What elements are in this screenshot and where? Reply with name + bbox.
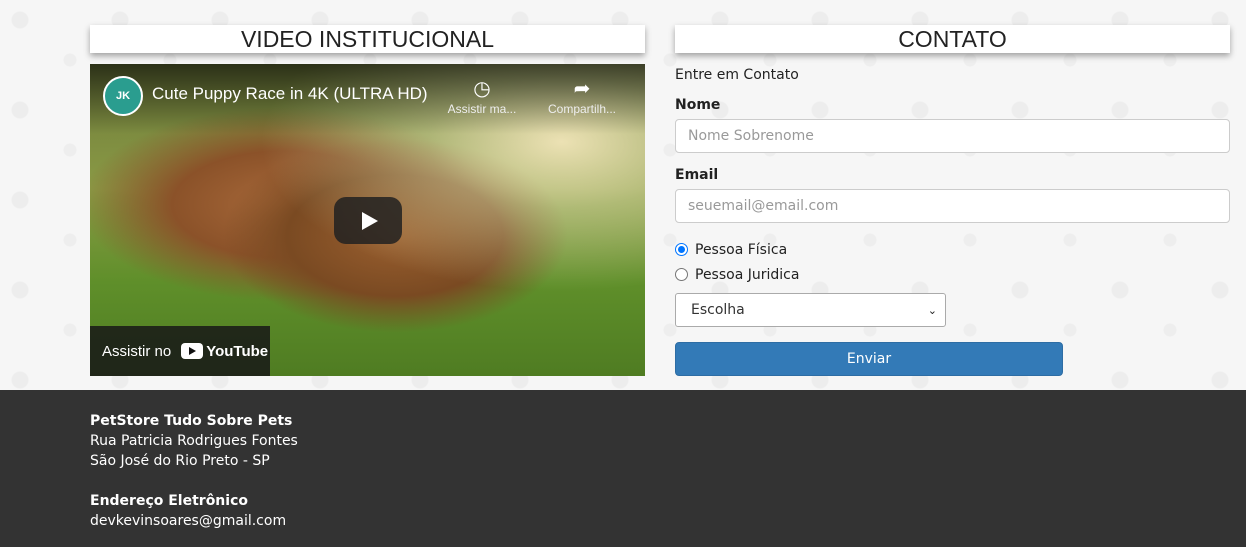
footer-address-line1: Rua Patricia Rodrigues Fontes [90, 433, 298, 449]
site-footer: PetStore Tudo Sobre Pets Rua Patricia Ro… [0, 390, 1246, 547]
video-section-title: VIDEO INSTITUCIONAL [90, 25, 645, 53]
radio-pessoa-juridica[interactable]: Pessoa Juridica [675, 266, 1230, 283]
radio-label-juridica: Pessoa Juridica [695, 266, 800, 283]
footer-company-name: PetStore Tudo Sobre Pets [90, 413, 293, 429]
type-select[interactable]: Escolha ⌄ [675, 293, 946, 327]
radio-unchecked-icon[interactable] [675, 268, 688, 281]
contact-form: Entre em Contato Nome Email Pessoa Físic… [675, 64, 1230, 376]
clock-icon: ◷ [473, 78, 491, 100]
contact-section-title: CONTATO [675, 25, 1230, 53]
watch-on-label: Assistir no [102, 342, 172, 360]
youtube-play-icon [181, 343, 204, 359]
name-input[interactable] [675, 119, 1230, 153]
submit-button[interactable]: Enviar [675, 342, 1063, 376]
name-label: Nome [675, 97, 721, 113]
youtube-wordmark: YouTube [206, 342, 269, 360]
play-button[interactable] [334, 197, 402, 244]
footer-email-heading: Endereço Eletrônico [90, 493, 248, 509]
youtube-logo: YouTube [181, 343, 268, 360]
select-value: Escolha [691, 302, 745, 318]
email-label: Email [675, 167, 719, 183]
radio-pessoa-fisica[interactable]: Pessoa Física [675, 241, 1230, 258]
channel-avatar[interactable]: JK [103, 76, 143, 116]
watch-later-label: Assistir ma... [447, 102, 517, 116]
video-title-link[interactable]: Cute Puppy Race in 4K (ULTRA HD) [152, 84, 428, 104]
chevron-down-icon: ⌄ [927, 303, 937, 317]
radio-label-fisica: Pessoa Física [695, 241, 788, 258]
share-arrow-icon: ➦ [573, 78, 591, 100]
share-button[interactable]: ➦ Compartilh... [540, 76, 624, 116]
contact-intro-text: Entre em Contato [675, 67, 799, 83]
watch-later-button[interactable]: ◷ Assistir ma... [440, 76, 524, 116]
share-label: Compartilh... [547, 102, 617, 116]
youtube-video-embed[interactable]: JK Cute Puppy Race in 4K (ULTRA HD) ◷ As… [90, 64, 645, 376]
email-input[interactable] [675, 189, 1230, 223]
radio-checked-icon[interactable] [675, 243, 688, 256]
footer-email: devkevinsoares@gmail.com [90, 513, 287, 529]
footer-address-line2: São José do Rio Preto - SP [90, 453, 270, 469]
watch-on-youtube-button[interactable]: Assistir no YouTube [90, 326, 270, 376]
